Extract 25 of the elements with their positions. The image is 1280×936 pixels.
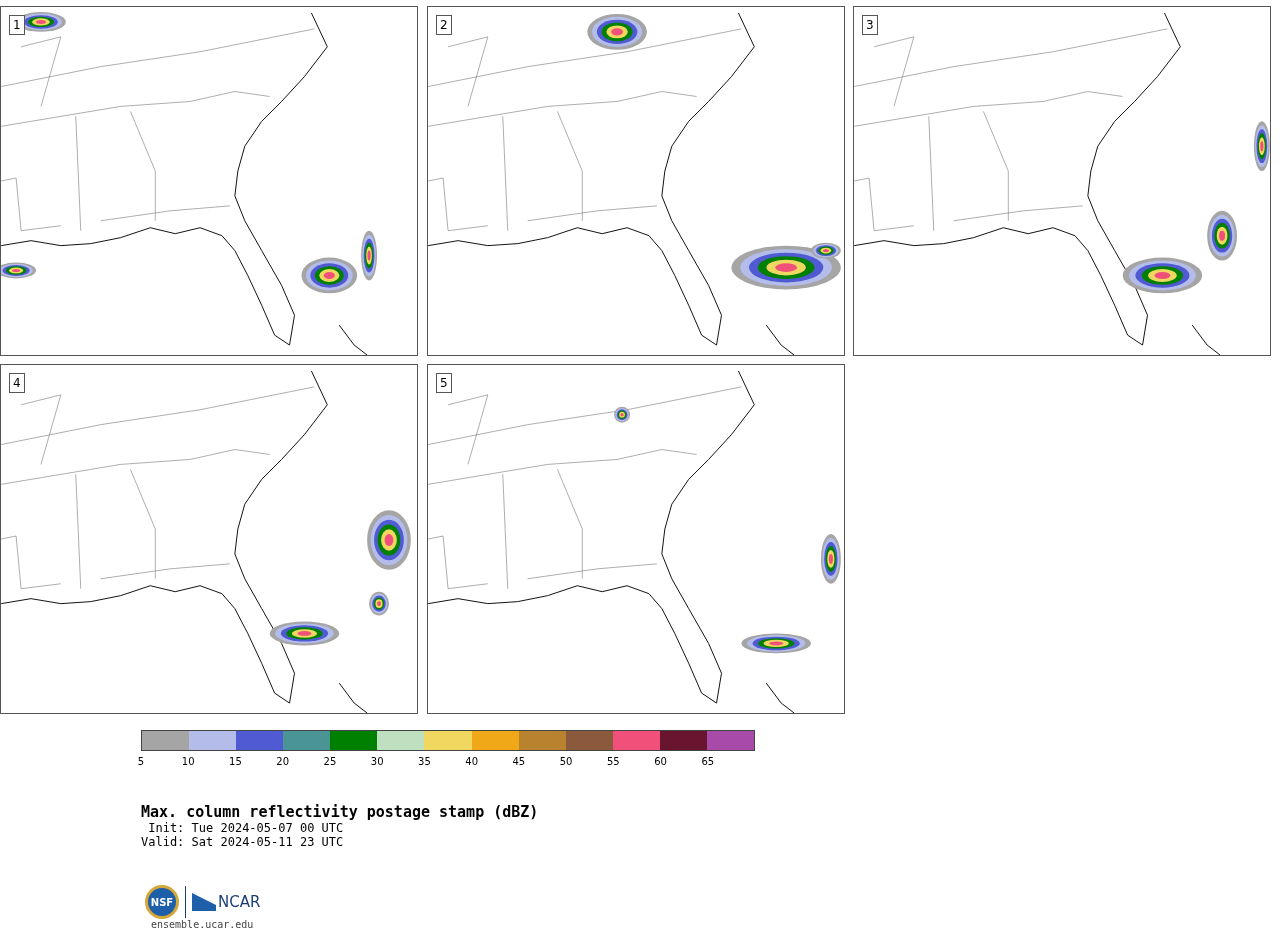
tick-label: 45 bbox=[512, 756, 526, 768]
tick-label: 50 bbox=[559, 756, 573, 768]
tick-label: 5 bbox=[137, 756, 145, 768]
panel-number: 2 bbox=[436, 15, 452, 35]
tick-label: 60 bbox=[654, 756, 667, 768]
website-url: ensemble.ucar.edu bbox=[151, 919, 255, 931]
chart-title: Max. column reflectivity postage stamp (dBZ) bbox=[141, 803, 540, 821]
tick-label: 20 bbox=[276, 756, 290, 768]
panel-number: 4 bbox=[9, 373, 25, 393]
valid-time: Valid: Sat 2024-05-11 23 UTC bbox=[141, 835, 345, 849]
panel-number: 3 bbox=[862, 15, 878, 35]
tick-label: 35 bbox=[418, 756, 431, 768]
tick-label: 55 bbox=[607, 756, 620, 768]
ncar-mark-icon bbox=[192, 893, 216, 911]
nsf-seal-logo: NSF bbox=[145, 885, 179, 919]
tick-label: 40 bbox=[465, 756, 478, 768]
panel-number: 5 bbox=[436, 373, 452, 393]
tick-label: 25 bbox=[323, 756, 337, 768]
tick-label: 30 bbox=[370, 756, 384, 768]
panel-number: 1 bbox=[9, 15, 25, 35]
ncar-logo-text: NCAR bbox=[218, 891, 261, 913]
tick-label: 15 bbox=[229, 756, 242, 768]
init-time: Init: Tue 2024-05-07 00 UTC bbox=[147, 821, 345, 835]
tick-label: 10 bbox=[181, 756, 195, 768]
tick-label: 65 bbox=[701, 756, 715, 768]
